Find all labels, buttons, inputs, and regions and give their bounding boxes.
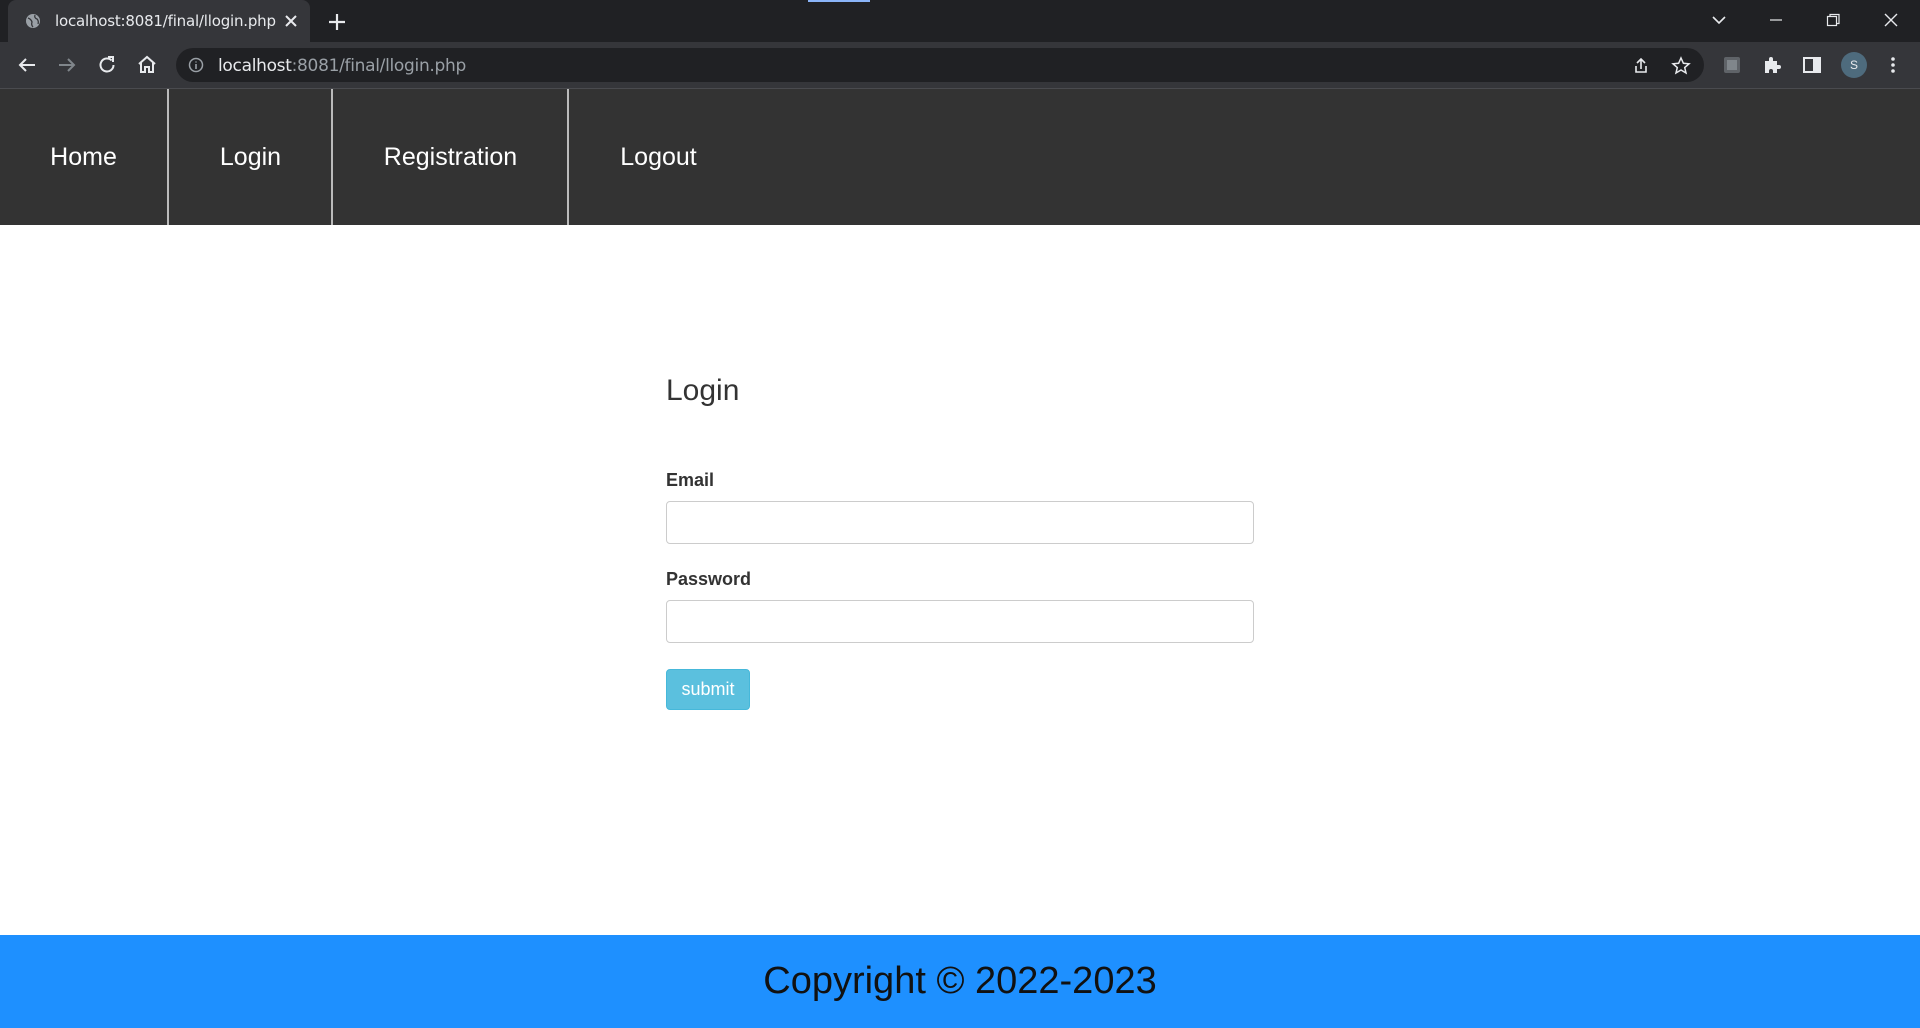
extension-tile-icon[interactable] bbox=[1720, 53, 1744, 77]
bookmark-star-icon[interactable] bbox=[1671, 56, 1691, 76]
submit-button[interactable]: submit bbox=[666, 669, 750, 710]
email-label: Email bbox=[666, 470, 715, 490]
address-url[interactable]: localhost:8081/final/llogin.php bbox=[218, 56, 466, 76]
window-close-icon[interactable] bbox=[1879, 8, 1903, 32]
extensions-puzzle-icon[interactable] bbox=[1760, 53, 1784, 77]
reload-icon[interactable] bbox=[95, 53, 119, 77]
tab-search-icon[interactable] bbox=[1707, 8, 1731, 32]
globe-icon bbox=[26, 14, 40, 28]
address-bar[interactable]: localhost:8081/final/llogin.php bbox=[176, 48, 1704, 82]
tab-title: localhost:8081/final/llogin.php bbox=[55, 12, 276, 30]
browser-tabstrip: localhost:8081/final/llogin.php bbox=[0, 0, 1920, 42]
copyright-text: Copyright © 2022-2023 bbox=[763, 960, 1157, 1002]
footer: Copyright © 2022-2023 bbox=[0, 935, 1920, 1028]
tabstrip-accent bbox=[808, 0, 870, 2]
url-host: localhost bbox=[218, 56, 292, 76]
home-icon[interactable] bbox=[135, 53, 159, 77]
restore-icon[interactable] bbox=[1821, 8, 1845, 32]
url-path: :8081/final/llogin.php bbox=[291, 56, 467, 76]
password-field[interactable] bbox=[666, 600, 1254, 643]
page-title: Login bbox=[666, 374, 740, 407]
email-field[interactable] bbox=[666, 501, 1254, 544]
minimize-icon[interactable] bbox=[1764, 8, 1788, 32]
info-icon[interactable] bbox=[188, 57, 204, 73]
profile-avatar[interactable]: S bbox=[1841, 52, 1867, 78]
password-label: Password bbox=[666, 569, 752, 589]
nav-logout[interactable]: Logout bbox=[569, 89, 748, 225]
close-tab-icon[interactable] bbox=[282, 12, 300, 30]
nav-login[interactable]: Login bbox=[169, 89, 332, 225]
browser-toolbar: localhost:8081/final/llogin.php S bbox=[0, 42, 1920, 88]
browser-tab[interactable]: localhost:8081/final/llogin.php bbox=[8, 0, 310, 42]
menu-kebab-icon[interactable] bbox=[1881, 53, 1905, 77]
nav-home[interactable]: Home bbox=[0, 89, 167, 225]
top-navbar: Home Login Registration Logout bbox=[0, 89, 1920, 225]
side-panel-icon[interactable] bbox=[1800, 53, 1824, 77]
forward-icon[interactable] bbox=[55, 53, 79, 77]
share-icon[interactable] bbox=[1631, 56, 1651, 76]
nav-registration[interactable]: Registration bbox=[333, 89, 568, 225]
back-icon[interactable] bbox=[15, 53, 39, 77]
new-tab-icon[interactable] bbox=[326, 11, 348, 33]
